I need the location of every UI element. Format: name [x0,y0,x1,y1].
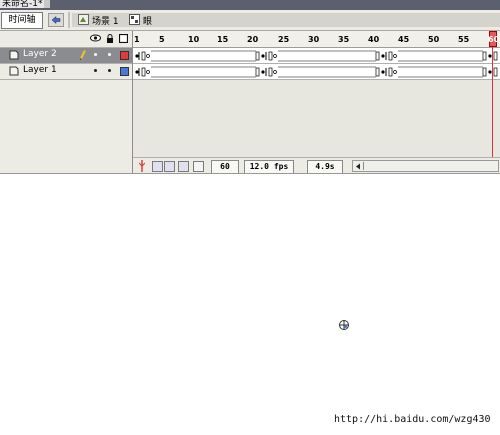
layer-name[interactable]: Layer 1 [23,65,57,75]
timeline-status-bar: 60 12.0 fps 4.9s [133,157,500,174]
frame-ruler[interactable]: 1 5 10 15 20 25 30 35 40 45 50 55 60 [133,31,500,48]
elapsed-time-readout: 4.9s [307,160,343,174]
ruler-tick: 15 [217,35,229,44]
edit-multiple-frames-button[interactable] [178,161,189,172]
keyframe[interactable] [261,70,265,74]
outline-icon[interactable] [119,34,128,43]
breadcrumb-scene[interactable]: 场景 1 [92,14,119,27]
frame-panel: 1 5 10 15 20 25 30 35 40 45 50 55 60 60 … [133,31,500,188]
ruler-tick: 1 [134,35,140,44]
stage-canvas[interactable]: http://hi.baidu.com/wzg430 [0,173,500,435]
lock-icon[interactable] [106,34,114,44]
blank-keyframe[interactable] [146,70,150,74]
eye-icon[interactable] [90,34,101,42]
keyframe[interactable] [381,70,385,74]
ruler-tick: 30 [308,35,320,44]
current-frame-readout: 60 [211,160,239,174]
ruler-tick: 50 [428,35,440,44]
visibility-toggle[interactable] [94,53,97,56]
visibility-toggle[interactable] [94,69,97,72]
scene-icon [78,14,89,25]
keyframe[interactable] [381,54,385,58]
title-bar: 未命名-1* [0,0,500,10]
ruler-tick: 45 [398,35,410,44]
keyframe-strip [135,50,498,62]
modify-onion-markers-button[interactable] [193,161,204,172]
scroll-left-icon[interactable] [355,163,361,170]
document-tab-close[interactable] [44,0,50,8]
keyframe-strip [135,66,498,78]
lock-toggle[interactable] [108,53,111,56]
frame-row-layer-2[interactable] [133,48,500,64]
keyframe[interactable] [135,54,139,58]
layer-icon [9,66,19,76]
keyframe[interactable] [135,70,139,74]
blank-keyframe[interactable] [273,54,277,58]
document-title: 未命名-1* [2,0,43,8]
layer-panel: Layer 2 Layer 1 [0,31,133,205]
onion-skin-outlines-button[interactable] [164,161,175,172]
breadcrumb-symbol[interactable]: 眼 [143,14,152,27]
frame-rate-readout[interactable]: 12.0 fps [244,160,294,174]
back-arrow-icon [51,16,61,24]
toolbar-divider [68,12,70,28]
blank-keyframe[interactable] [273,70,277,74]
timeline-toggle-button[interactable]: 时间轴 [1,12,43,29]
scroll-thumb[interactable] [363,162,367,170]
ruler-tick: 25 [278,35,290,44]
ruler-tick: 55 [458,35,470,44]
onion-skin-button[interactable] [152,161,163,172]
graphic-symbol-icon [129,14,140,25]
ruler-tick: 10 [188,35,200,44]
ruler-tick: 20 [247,35,259,44]
back-button[interactable] [48,13,64,27]
pencil-icon [80,50,86,60]
layer-header [0,31,132,48]
frame-row-layer-1[interactable] [133,64,500,80]
outline-color-swatch[interactable] [120,67,129,76]
ruler-tick: 40 [368,35,380,44]
edit-bar: 时间轴 场景 1 眼 [0,10,500,31]
blank-keyframe[interactable] [393,54,397,58]
ruler-tick: 35 [338,35,350,44]
blank-keyframe[interactable] [393,70,397,74]
watermark-url: http://hi.baidu.com/wzg430 [334,414,491,425]
document-tab[interactable]: 未命名-1* [0,0,45,8]
layer-icon [9,50,19,60]
keyframe[interactable] [261,54,265,58]
outline-color-swatch[interactable] [120,51,129,60]
lock-toggle[interactable] [108,69,111,72]
timeline-horizontal-scrollbar[interactable] [352,160,499,172]
registration-point-icon[interactable] [338,319,350,331]
breadcrumb: 场景 1 眼 [72,13,500,27]
ruler-tick: 5 [159,35,165,44]
playhead-line [492,47,493,173]
ruler-current-frame: 60 [488,35,500,44]
blank-keyframe[interactable] [146,54,150,58]
layer-name[interactable]: Layer 2 [23,49,57,59]
center-frame-icon[interactable] [139,160,145,172]
layer-row-layer-2[interactable]: Layer 2 [0,48,132,64]
layer-row-layer-1[interactable]: Layer 1 [0,64,132,80]
